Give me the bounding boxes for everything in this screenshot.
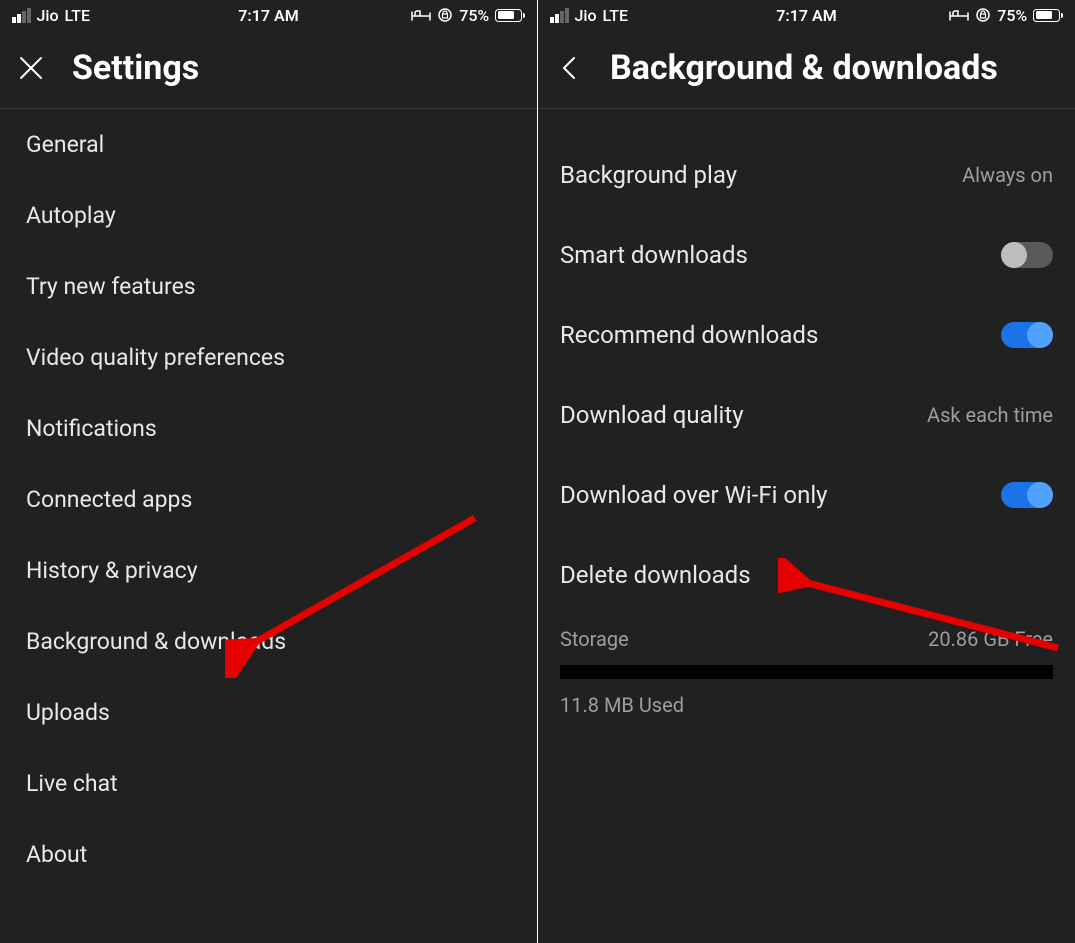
settings-item-try-new-features[interactable]: Try new features <box>0 251 537 322</box>
downloads-rows: Background play Always on Smart download… <box>538 109 1075 615</box>
status-right: 75% <box>411 6 525 25</box>
row-value: Always on <box>962 163 1053 187</box>
signal-icon <box>12 8 31 23</box>
signal-icon <box>550 8 569 23</box>
status-bar: Jio LTE 7:17 AM 75% <box>0 0 537 30</box>
row-recommend-downloads: Recommend downloads <box>538 295 1075 375</box>
settings-item-live-chat[interactable]: Live chat <box>0 748 537 819</box>
network-label: LTE <box>65 6 90 25</box>
smart-downloads-toggle[interactable] <box>1001 242 1053 268</box>
carrier-label: Jio <box>37 6 59 25</box>
page-title: Background & downloads <box>610 48 998 88</box>
do-not-disturb-icon <box>949 9 969 21</box>
row-delete-downloads[interactable]: Delete downloads <box>538 535 1075 615</box>
storage-bar <box>560 665 1053 679</box>
status-left: Jio LTE <box>550 6 628 25</box>
settings-item-uploads[interactable]: Uploads <box>0 677 537 748</box>
rotation-lock-icon <box>437 7 453 23</box>
row-label: Background play <box>560 161 737 189</box>
page-title: Settings <box>72 48 199 88</box>
settings-header: Settings <box>0 30 537 109</box>
settings-item-notifications[interactable]: Notifications <box>0 393 537 464</box>
storage-used: 11.8 MB Used <box>560 693 1053 717</box>
recommend-downloads-toggle[interactable] <box>1001 322 1053 348</box>
row-label: Recommend downloads <box>560 321 818 349</box>
row-wifi-only: Download over Wi-Fi only <box>538 455 1075 535</box>
status-time: 7:17 AM <box>238 6 298 25</box>
status-time: 7:17 AM <box>776 6 836 25</box>
status-bar: Jio LTE 7:17 AM 75% <box>538 0 1075 30</box>
row-label: Download quality <box>560 401 744 429</box>
settings-item-background-downloads[interactable]: Background & downloads <box>0 606 537 677</box>
battery-percent: 75% <box>459 6 489 25</box>
settings-item-autoplay[interactable]: Autoplay <box>0 180 537 251</box>
storage-label: Storage <box>560 627 629 651</box>
close-icon[interactable] <box>16 53 46 83</box>
battery-icon <box>495 9 525 22</box>
downloads-screen: Jio LTE 7:17 AM 75% Background & downloa… <box>538 0 1075 943</box>
row-smart-downloads: Smart downloads <box>538 215 1075 295</box>
row-background-play[interactable]: Background play Always on <box>538 135 1075 215</box>
settings-item-general[interactable]: General <box>0 109 537 180</box>
settings-screen: Jio LTE 7:17 AM 75% Settings General Aut… <box>0 0 537 943</box>
status-left: Jio LTE <box>12 6 90 25</box>
back-icon[interactable] <box>554 53 584 83</box>
network-label: LTE <box>603 6 628 25</box>
battery-icon <box>1033 9 1063 22</box>
storage-section: Storage 20.86 GB Free 11.8 MB Used <box>538 615 1075 717</box>
row-label: Download over Wi-Fi only <box>560 481 828 509</box>
wifi-only-toggle[interactable] <box>1001 482 1053 508</box>
do-not-disturb-icon <box>411 9 431 21</box>
settings-item-video-quality[interactable]: Video quality preferences <box>0 322 537 393</box>
row-label: Smart downloads <box>560 241 748 269</box>
carrier-label: Jio <box>575 6 597 25</box>
storage-free: 20.86 GB Free <box>928 627 1053 651</box>
status-right: 75% <box>949 6 1063 25</box>
settings-item-connected-apps[interactable]: Connected apps <box>0 464 537 535</box>
downloads-header: Background & downloads <box>538 30 1075 109</box>
row-download-quality[interactable]: Download quality Ask each time <box>538 375 1075 455</box>
row-value: Ask each time <box>927 403 1053 427</box>
settings-item-history-privacy[interactable]: History & privacy <box>0 535 537 606</box>
rotation-lock-icon <box>975 7 991 23</box>
battery-percent: 75% <box>997 6 1027 25</box>
settings-item-about[interactable]: About <box>0 819 537 890</box>
settings-list: General Autoplay Try new features Video … <box>0 109 537 890</box>
row-label: Delete downloads <box>560 561 751 589</box>
